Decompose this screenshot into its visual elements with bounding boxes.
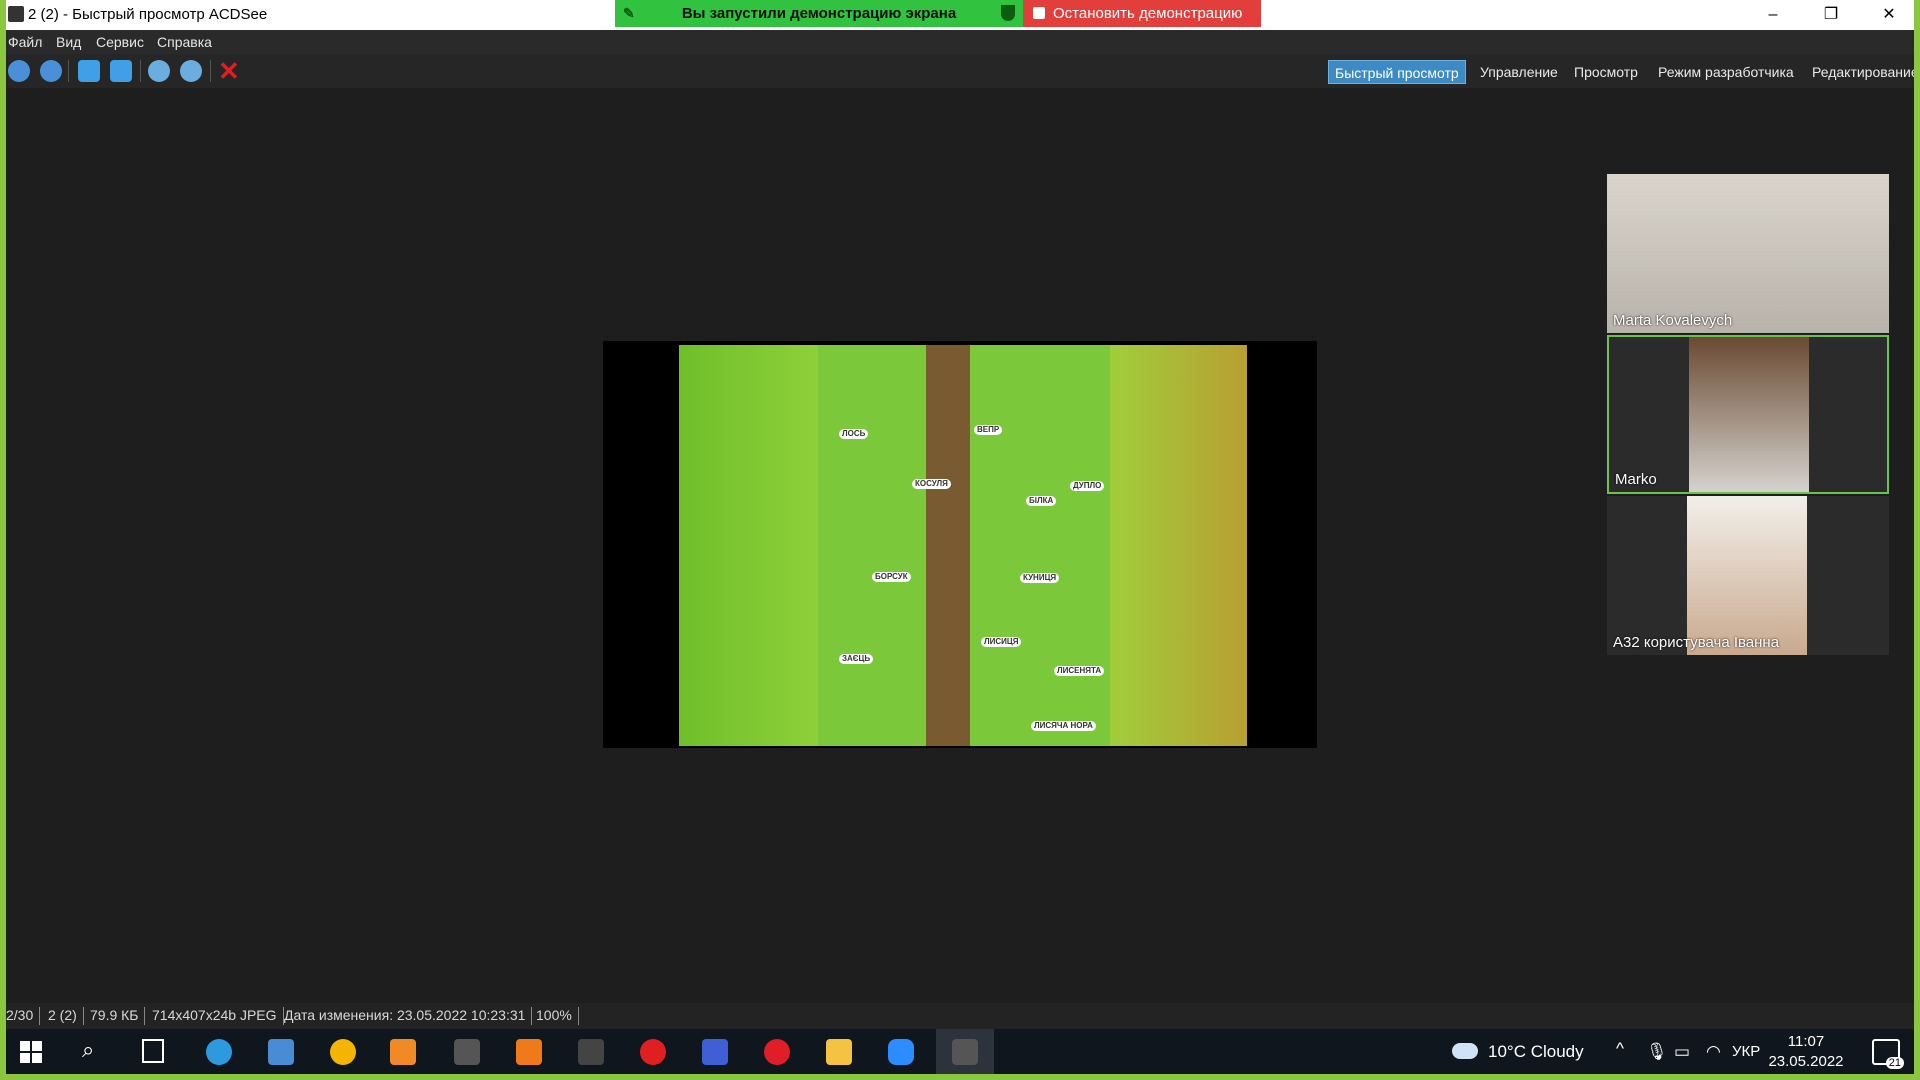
notifications-icon[interactable]: 21 (1872, 1039, 1904, 1069)
store-icon[interactable] (268, 1039, 294, 1065)
cloud-icon (1452, 1043, 1478, 1059)
windows-start-icon[interactable] (20, 1041, 42, 1063)
back-icon[interactable] (8, 60, 30, 82)
participant-video (1687, 496, 1807, 655)
floppy-disk-icon[interactable] (702, 1039, 728, 1065)
status-modified-date: Дата изменения: 23.05.2022 10:23:31 (284, 1007, 533, 1025)
acdsee-app-icon (8, 6, 24, 22)
window-title: 2 (2) - Быстрый просмотр ACDSee (28, 6, 268, 23)
image-label: ВЕПР (974, 425, 1003, 435)
status-bar: 2/30 2 (2) 79.9 КБ 714x407x24b JPEG Дата… (6, 1003, 1914, 1029)
clock-date: 23.05.2022 (1768, 1053, 1844, 1070)
status-position: 2/30 (6, 1007, 41, 1025)
menu-help[interactable]: Справка (157, 34, 212, 50)
tab-quick-view[interactable]: Быстрый просмотр (1328, 60, 1466, 84)
image-label: КОСУЛЯ (912, 479, 951, 489)
participant-video (1607, 174, 1889, 333)
toolbar-separator (68, 60, 69, 82)
yandex-browser-icon[interactable] (640, 1039, 666, 1065)
tab-manage[interactable]: Управление (1474, 60, 1564, 84)
status-filename: 2 (2) (48, 1007, 84, 1025)
share-banner-text: Вы запустили демонстрацию экрана (681, 5, 957, 22)
toolbar: ✕ Быстрый просмотр Управление Просмотр Р… (6, 54, 1914, 88)
image-viewer[interactable]: ЛОСЬ ВЕПР КОСУЛЯ БІЛКА ДУПЛО БОРСУК КУНИ… (603, 341, 1317, 748)
forward-icon[interactable] (40, 60, 62, 82)
rotate-left-icon[interactable] (78, 60, 100, 82)
notification-count: 21 (1885, 1057, 1904, 1069)
participant-tile[interactable]: Marko (1607, 335, 1889, 494)
image-label: БОРСУК (872, 572, 911, 582)
clock[interactable]: 11:07 23.05.2022 (1766, 1032, 1846, 1072)
image-label: ЛИСЕНЯТА (1054, 666, 1105, 676)
acdsee-window: 2 (2) - Быстрый просмотр ACDSee ✎ Вы зап… (6, 0, 1914, 1074)
weather-text[interactable]: 10°C Cloudy (1488, 1042, 1584, 1062)
status-dimensions: 714x407x24b JPEG (152, 1007, 284, 1025)
participant-tile[interactable]: A32 користувача Іванна (1607, 496, 1889, 655)
menu-view[interactable]: Вид (56, 34, 81, 50)
toolbar-separator (140, 60, 141, 82)
stop-share-label: Остановить демонстрацию (1053, 5, 1243, 22)
clock-time: 11:07 (1787, 1033, 1825, 1050)
minimize-button[interactable]: – (1750, 2, 1796, 28)
stop-icon (1033, 7, 1045, 19)
language-indicator[interactable]: УКР (1732, 1043, 1760, 1060)
status-zoom: 100% (536, 1007, 579, 1025)
acdsee-taskbar-icon[interactable] (578, 1039, 604, 1065)
image-label: БІЛКА (1026, 496, 1057, 506)
participant-tile[interactable]: Marta Kovalevych (1607, 174, 1889, 333)
edge-icon[interactable] (206, 1039, 232, 1065)
stop-share-button[interactable]: Остановить демонстрацию (1023, 0, 1261, 27)
image-label: ЛИСЯЧА НОРА (1031, 721, 1096, 731)
tab-developer-mode[interactable]: Режим разработчика (1652, 60, 1800, 84)
menu-service[interactable]: Сервис (96, 34, 144, 50)
participant-name: Marko (1615, 471, 1657, 488)
acdsee-active-icon[interactable] (952, 1039, 978, 1065)
image-label: ЗАЄЦЬ (839, 654, 874, 664)
file-explorer-icon[interactable] (826, 1039, 852, 1065)
task-view-icon[interactable] (142, 1039, 164, 1063)
microphone-icon[interactable]: 🎙 (1646, 1042, 1668, 1062)
image-label: ЛОСЬ (839, 429, 869, 439)
menu-bar: Файл Вид Сервис Справка (6, 30, 1914, 54)
zoom-icon[interactable] (888, 1039, 914, 1065)
tree-trunk (926, 345, 970, 746)
restore-button[interactable]: ❐ (1808, 2, 1854, 28)
opera-icon[interactable] (764, 1039, 790, 1065)
toolbar-separator (210, 60, 211, 82)
pdf-reader-icon[interactable] (516, 1039, 542, 1065)
tab-view[interactable]: Просмотр (1568, 60, 1644, 84)
search-icon[interactable]: ⌕ (82, 1037, 94, 1063)
clapperboard-icon[interactable] (454, 1039, 480, 1065)
battery-icon[interactable]: ▭ (1674, 1042, 1690, 1062)
title-bar: 2 (2) - Быстрый просмотр ACDSee ✎ Вы зап… (6, 0, 1914, 30)
delete-icon[interactable]: ✕ (218, 56, 240, 87)
image-label: КУНИЦЯ (1020, 573, 1060, 583)
tab-edit[interactable]: Редактирование (1806, 60, 1914, 84)
image-label: ДУПЛО (1070, 481, 1105, 491)
participant-name: Marta Kovalevych (1613, 312, 1733, 329)
status-filesize: 79.9 КБ (90, 1007, 146, 1025)
participant-video (1689, 337, 1809, 492)
wifi-icon[interactable]: ◠ (1706, 1042, 1721, 1062)
zoom-in-icon[interactable] (148, 60, 170, 82)
menu-file[interactable]: Файл (8, 34, 42, 50)
participant-name: A32 користувача Іванна (1613, 634, 1780, 651)
media-player-icon[interactable] (390, 1039, 416, 1065)
rotate-right-icon[interactable] (110, 60, 132, 82)
zoom-out-icon[interactable] (180, 60, 202, 82)
shield-icon (1001, 5, 1015, 21)
aimp-icon[interactable] (330, 1039, 356, 1065)
taskbar: ⌕ 10°C Cloudy ^ 🎙 ▭ ◠ УКР 11:07 23.05.20… (6, 1029, 1914, 1074)
close-button[interactable]: ✕ (1866, 2, 1912, 28)
forest-animals-image: ЛОСЬ ВЕПР КОСУЛЯ БІЛКА ДУПЛО БОРСУК КУНИ… (679, 345, 1247, 746)
leaf-icon: ✎ (623, 5, 635, 21)
chevron-up-icon[interactable]: ^ (1616, 1039, 1624, 1059)
image-label: ЛИСИЦЯ (981, 637, 1022, 647)
screen-share-banner: ✎ Вы запустили демонстрацию экрана (615, 0, 1023, 27)
